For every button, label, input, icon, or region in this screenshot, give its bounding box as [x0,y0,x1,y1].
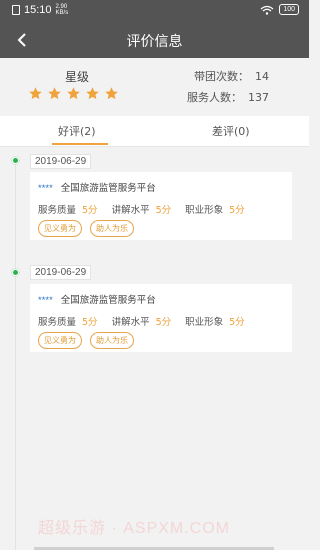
star-icon [85,86,100,101]
sim-icon [12,5,20,15]
network-speed: 2.90 KB/s [55,4,69,16]
reviewer-name: **** [38,295,53,306]
trips-count: 带团次数： 14 [194,68,269,84]
review-tags: 见义勇为 助人为乐 [38,332,134,349]
tag-badge: 助人为乐 [90,220,134,237]
review-date: 2019-06-29 [30,154,92,169]
score-service: 服务质量 5分 [38,205,98,216]
score-image: 职业形象 5分 [185,205,245,216]
trips-value: 14 [255,70,269,83]
review-tabs: 好评(2) 差评(0) [0,116,309,147]
review-date: 2019-06-29 [30,265,92,280]
battery-icon: 100 [279,4,299,15]
status-left: 15:10 2.90 KB/s [12,4,68,16]
review-source: 全国旅游监管服务平台 [60,183,156,194]
score-image: 职业形象 5分 [185,317,245,328]
page-title: 评价信息 [126,34,183,50]
status-right: 100 [260,4,299,15]
status-bar: 15:10 2.90 KB/s 100 [0,0,309,22]
tag-badge: 助人为乐 [90,332,134,349]
wifi-icon [260,5,274,15]
review-source: 全国旅游监管服务平台 [60,295,156,306]
active-tab-indicator [52,143,108,145]
nav-bar: 评价信息 [0,22,309,58]
status-time: 15:10 [24,4,52,16]
timeline-line [15,160,16,550]
timeline-dot [11,156,20,165]
trips-label: 带团次数： [194,70,249,83]
score-service: 服务质量 5分 [38,317,98,328]
star-icon [28,86,43,101]
served-count: 服务人数： 137 [187,89,269,105]
tab-positive[interactable]: 好评(2) [58,123,96,139]
rating-summary: 星级 带团次数： 14 服务人数： 137 [0,58,309,116]
tab-negative[interactable]: 差评(0) [212,123,250,139]
tag-badge: 见义勇为 [38,332,82,349]
served-label: 服务人数： [187,91,242,104]
review-tags: 见义勇为 助人为乐 [38,220,134,237]
served-value: 137 [248,91,269,104]
watermark: 超级乐游 · ASPXM.COM [38,520,231,537]
star-icon [66,86,81,101]
review-card: **** 全国旅游监管服务平台 服务质量 5分 讲解水平 5分 职业形象 5分 见义勇为… [30,284,292,352]
review-scores: 服务质量 5分 讲解水平 5分 职业形象 5分 [38,314,259,328]
review-header: **** 全国旅游监管服务平台 [38,180,156,194]
star-rating-label: 星级 [65,70,90,84]
star-rating [28,86,119,101]
score-explanation: 讲解水平 5分 [111,317,172,328]
star-icon [104,86,119,101]
review-header: **** 全国旅游监管服务平台 [38,292,156,306]
timeline-dot [11,268,20,277]
star-icon [47,86,62,101]
review-scores: 服务质量 5分 讲解水平 5分 职业形象 5分 [38,202,259,216]
tag-badge: 见义勇为 [38,220,82,237]
score-explanation: 讲解水平 5分 [111,205,172,216]
reviewer-name: **** [38,183,53,194]
review-card: **** 全国旅游监管服务平台 服务质量 5分 讲解水平 5分 职业形象 5分 见义勇为… [30,172,292,240]
